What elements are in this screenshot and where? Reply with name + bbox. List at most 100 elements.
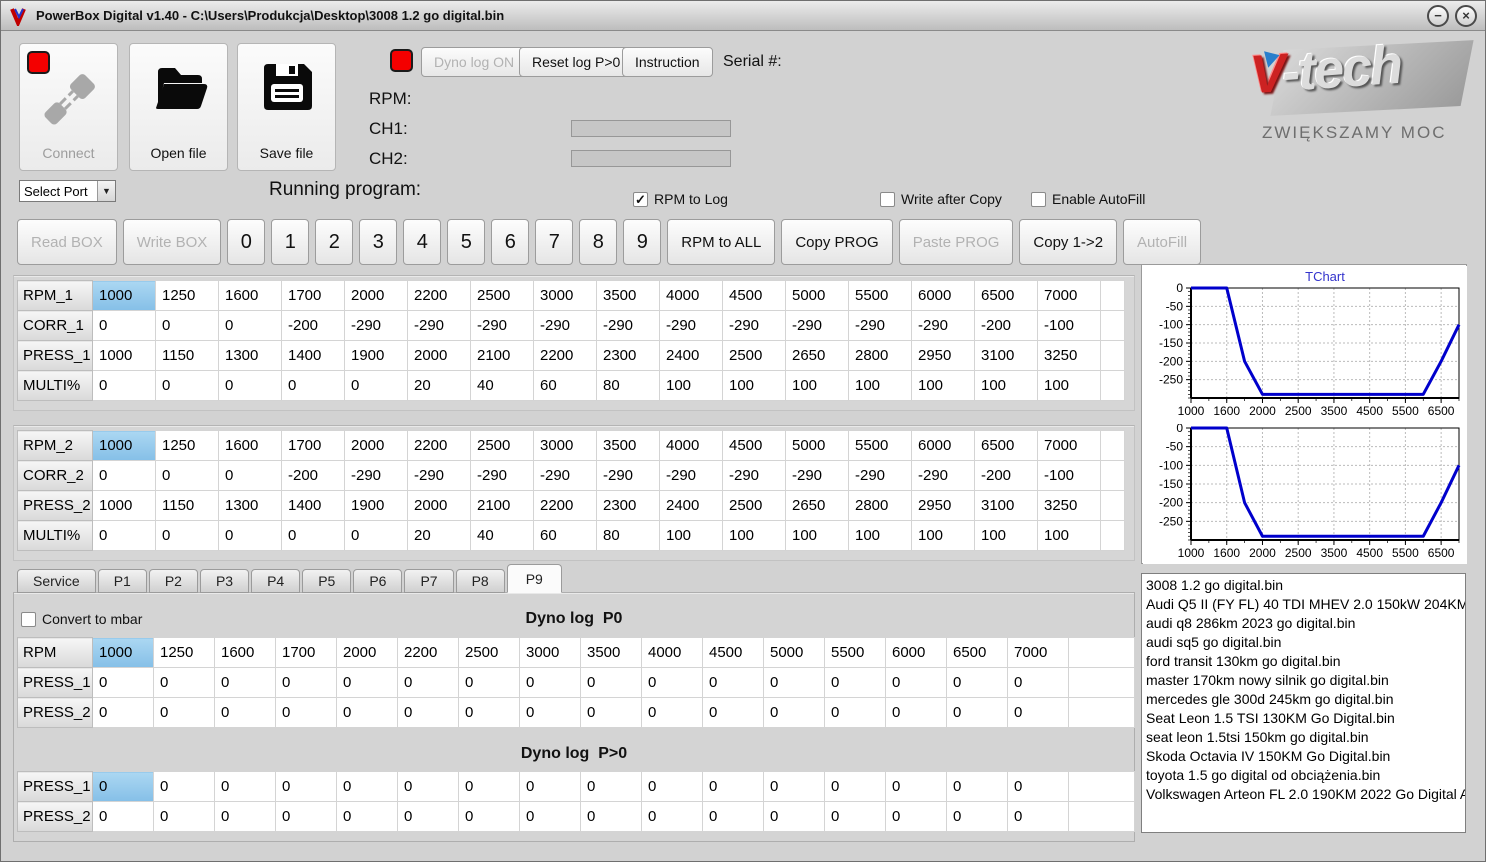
table-cell[interactable]: 60 [533, 520, 597, 551]
select-port-combobox[interactable]: Select Port ▼ [19, 180, 116, 202]
table-cell[interactable]: 2650 [785, 490, 849, 521]
file-item[interactable]: Volkswagen Arteon FL 2.0 190KM 2022 Go D… [1142, 785, 1465, 804]
table-cell[interactable]: 0 [214, 667, 276, 698]
table-cell[interactable]: 0 [92, 771, 154, 802]
table-cell[interactable]: 2200 [397, 637, 459, 668]
table-cell[interactable]: 0 [885, 771, 947, 802]
table-cell[interactable]: 40 [470, 370, 534, 401]
file-item[interactable]: 3008 1.2 go digital.bin [1142, 576, 1465, 595]
program-3-button[interactable]: 3 [359, 219, 398, 265]
copy-prog-button[interactable]: Copy PROG [781, 219, 893, 265]
table-cell[interactable]: 0 [946, 771, 1008, 802]
table-cell[interactable]: 0 [946, 801, 1008, 832]
table-cell[interactable]: 0 [155, 520, 219, 551]
table-cell[interactable]: 1700 [275, 637, 337, 668]
table-cell[interactable]: 80 [596, 370, 660, 401]
table-cell[interactable]: 0 [92, 370, 156, 401]
table-cell[interactable]: 4500 [722, 280, 786, 311]
file-item[interactable]: master 170km nowy silnik go digital.bin [1142, 671, 1465, 690]
program-5-button[interactable]: 5 [447, 219, 486, 265]
table-cell[interactable]: 0 [885, 667, 947, 698]
chevron-down-icon[interactable]: ▼ [97, 181, 115, 201]
table-cell[interactable]: 2500 [458, 637, 520, 668]
table-cell[interactable]: 5000 [763, 637, 825, 668]
table-cell[interactable]: 0 [336, 771, 398, 802]
table-cell[interactable]: 0 [824, 697, 886, 728]
table-cell[interactable]: 100 [659, 520, 723, 551]
table-cell[interactable]: 60 [533, 370, 597, 401]
table-cell[interactable]: 3250 [1037, 340, 1101, 371]
table-cell[interactable]: -290 [722, 310, 786, 341]
table-cell[interactable]: 5500 [848, 430, 912, 461]
table-cell[interactable]: 2300 [596, 490, 660, 521]
table-cell[interactable]: 3100 [974, 490, 1038, 521]
table-cell[interactable]: 0 [155, 370, 219, 401]
table-cell[interactable]: 80 [596, 520, 660, 551]
copy-1-2-button[interactable]: Copy 1->2 [1019, 219, 1118, 265]
table-cell[interactable]: 6000 [885, 637, 947, 668]
program-8-button[interactable]: 8 [579, 219, 618, 265]
table-cell[interactable]: 0 [275, 667, 337, 698]
table-cell[interactable]: 0 [1007, 801, 1069, 832]
tab-p7[interactable]: P7 [404, 569, 454, 593]
table-cell[interactable]: -290 [596, 310, 660, 341]
table-cell[interactable]: 3000 [533, 430, 597, 461]
file-item[interactable]: audi sq5 go digital.bin [1142, 633, 1465, 652]
table-cell[interactable]: -290 [533, 310, 597, 341]
table-cell[interactable]: 2000 [344, 430, 408, 461]
table-cell[interactable]: 0 [519, 667, 581, 698]
table-cell[interactable]: 100 [659, 370, 723, 401]
table-cell[interactable]: 5500 [848, 280, 912, 311]
table-cell[interactable]: 2000 [344, 280, 408, 311]
table-cell[interactable]: 0 [344, 520, 408, 551]
table-cell[interactable]: 100 [785, 370, 849, 401]
table-cell[interactable]: 3000 [533, 280, 597, 311]
table-cell[interactable]: 3500 [596, 430, 660, 461]
table-cell[interactable]: 0 [1007, 771, 1069, 802]
table-cell[interactable]: 1600 [218, 430, 282, 461]
table-cell[interactable]: 0 [281, 370, 345, 401]
table-cell[interactable]: 0 [763, 771, 825, 802]
table-cell[interactable]: -290 [722, 460, 786, 491]
table-cell[interactable]: 2950 [911, 340, 975, 371]
table-cell[interactable]: 2200 [407, 280, 471, 311]
table-cell[interactable]: 100 [848, 520, 912, 551]
table-cell[interactable]: 1700 [281, 280, 345, 311]
table-cell[interactable]: 1300 [218, 490, 282, 521]
table-cell[interactable]: -290 [785, 310, 849, 341]
table-cell[interactable]: 0 [92, 801, 154, 832]
table-cell[interactable]: 100 [722, 520, 786, 551]
table-cell[interactable]: 1000 [92, 637, 154, 668]
table-cell[interactable]: -290 [533, 460, 597, 491]
table-cell[interactable]: 4000 [641, 637, 703, 668]
table-cell[interactable]: 0 [519, 801, 581, 832]
tab-p4[interactable]: P4 [251, 569, 301, 593]
file-item[interactable]: toyota 1.5 go digital od obciążenia.bin [1142, 766, 1465, 785]
tab-service[interactable]: Service [17, 569, 96, 593]
table-cell[interactable]: 0 [336, 667, 398, 698]
table-cell[interactable]: 2000 [336, 637, 398, 668]
table-cell[interactable]: 100 [848, 370, 912, 401]
table-cell[interactable]: 1250 [155, 430, 219, 461]
table-cell[interactable]: 2650 [785, 340, 849, 371]
table-cell[interactable]: 0 [641, 697, 703, 728]
table-cell[interactable]: 0 [580, 697, 642, 728]
table-cell[interactable]: 0 [1007, 697, 1069, 728]
table-cell[interactable]: 0 [153, 801, 215, 832]
file-item[interactable]: seat leon 1.5tsi 150km go digital.bin [1142, 728, 1465, 747]
table-cell[interactable]: 0 [580, 771, 642, 802]
table-cell[interactable]: 2200 [533, 340, 597, 371]
table-cell[interactable]: 1250 [155, 280, 219, 311]
close-button[interactable]: × [1455, 4, 1477, 27]
tab-p1[interactable]: P1 [97, 569, 147, 593]
table-cell[interactable]: 100 [1037, 520, 1101, 551]
table-cell[interactable]: 2300 [596, 340, 660, 371]
table-cell[interactable]: -100 [1037, 310, 1101, 341]
table-cell[interactable]: 6000 [911, 280, 975, 311]
table-cell[interactable]: -290 [470, 310, 534, 341]
program-1-button[interactable]: 1 [271, 219, 310, 265]
table-cell[interactable]: 0 [763, 667, 825, 698]
program-6-button[interactable]: 6 [491, 219, 530, 265]
tab-p6[interactable]: P6 [353, 569, 403, 593]
table-cell[interactable]: 1000 [92, 280, 156, 311]
